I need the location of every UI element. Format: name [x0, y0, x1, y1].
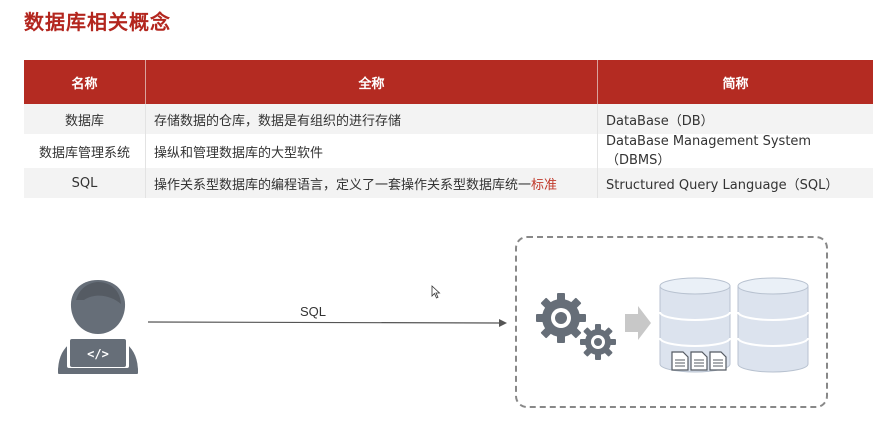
user-with-laptop-icon: </>: [58, 280, 138, 374]
sql-arrow: [147, 319, 507, 327]
dbms-frame: [515, 236, 828, 408]
arrow-label: SQL: [300, 304, 327, 319]
cursor-icon: [431, 285, 441, 299]
svg-text:</>: </>: [87, 347, 109, 361]
